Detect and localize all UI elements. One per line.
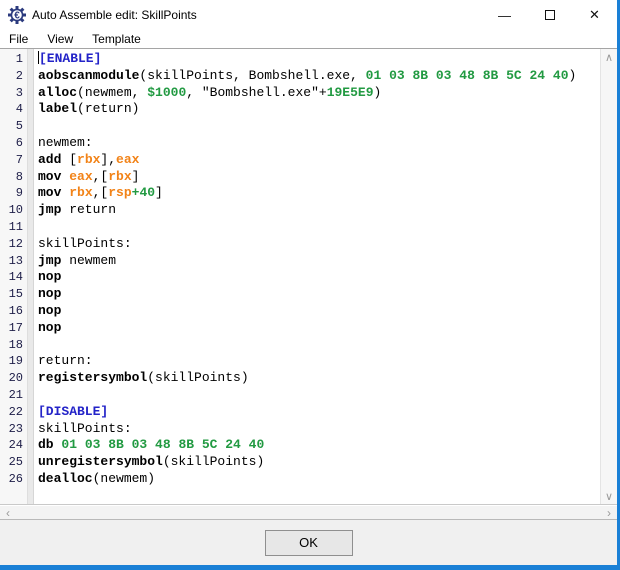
line-number: 15 [0, 286, 23, 303]
code-line: aobscanmodule(skillPoints, Bombshell.exe… [38, 68, 600, 85]
menubar: File View Template [0, 30, 617, 48]
ok-button[interactable]: OK [265, 530, 353, 556]
horizontal-scrollbar[interactable]: ‹ › [0, 506, 617, 519]
close-button[interactable]: ✕ [572, 0, 617, 30]
line-number: 7 [0, 152, 23, 169]
line-number: 26 [0, 471, 23, 488]
svg-text:€: € [14, 11, 20, 22]
code-line: mov eax,[rbx] [38, 169, 600, 186]
code-line: skillPoints: [38, 421, 600, 438]
auto-assemble-window: € Auto Assemble edit: SkillPoints — ✕ Fi… [0, 0, 620, 570]
code-line [38, 337, 600, 354]
scroll-up-icon[interactable]: ∧ [601, 49, 617, 65]
titlebar[interactable]: € Auto Assemble edit: SkillPoints — ✕ [0, 0, 617, 30]
editor-gutter: 1234567891011121314151617181920212223242… [0, 49, 27, 504]
line-number: 18 [0, 337, 23, 354]
code-line: newmem: [38, 135, 600, 152]
code-line: dealloc(newmem) [38, 471, 600, 488]
code-line: skillPoints: [38, 236, 600, 253]
code-line: db 01 03 8B 03 48 8B 5C 24 40 [38, 437, 600, 454]
line-number: 9 [0, 185, 23, 202]
maximize-button[interactable] [527, 0, 572, 30]
line-number: 11 [0, 219, 23, 236]
window-title: Auto Assemble edit: SkillPoints [32, 8, 197, 22]
line-number: 12 [0, 236, 23, 253]
code-line: alloc(newmem, $1000, "Bombshell.exe"+19E… [38, 85, 600, 102]
line-number: 14 [0, 269, 23, 286]
code-line: registersymbol(skillPoints) [38, 370, 600, 387]
line-number: 1 [0, 51, 23, 68]
line-number: 8 [0, 169, 23, 186]
maximize-icon [545, 10, 555, 20]
scroll-right-icon[interactable]: › [601, 506, 617, 519]
code-line: jmp return [38, 202, 600, 219]
line-number: 2 [0, 68, 23, 85]
code-line: add [rbx],eax [38, 152, 600, 169]
menu-file[interactable]: File [9, 32, 28, 46]
code-line [38, 118, 600, 135]
code-line: mov rbx,[rsp+40] [38, 185, 600, 202]
cheat-engine-icon: € [8, 6, 26, 24]
line-number: 3 [0, 85, 23, 102]
line-number: 17 [0, 320, 23, 337]
line-number: 4 [0, 101, 23, 118]
code-line: nop [38, 320, 600, 337]
scroll-down-icon[interactable]: ∨ [601, 488, 617, 504]
code-line: label(return) [38, 101, 600, 118]
line-number: 24 [0, 437, 23, 454]
menu-template[interactable]: Template [92, 32, 141, 46]
line-number: 13 [0, 253, 23, 270]
code-line: [DISABLE] [38, 404, 600, 421]
code-line: nop [38, 286, 600, 303]
code-line: unregistersymbol(skillPoints) [38, 454, 600, 471]
line-number: 20 [0, 370, 23, 387]
minimize-button[interactable]: — [482, 0, 527, 30]
line-number: 21 [0, 387, 23, 404]
line-number: 10 [0, 202, 23, 219]
code-line: return: [38, 353, 600, 370]
vertical-scrollbar[interactable]: ∧ ∨ [600, 49, 617, 504]
line-number: 16 [0, 303, 23, 320]
line-number: 6 [0, 135, 23, 152]
line-number: 19 [0, 353, 23, 370]
code-line: nop [38, 269, 600, 286]
code-line: [ENABLE] [38, 51, 600, 68]
button-panel: OK [0, 519, 617, 565]
line-number: 5 [0, 118, 23, 135]
scroll-left-icon[interactable]: ‹ [0, 506, 16, 519]
editor-lines[interactable]: [ENABLE]aobscanmodule(skillPoints, Bombs… [34, 49, 600, 504]
script-editor[interactable]: 1234567891011121314151617181920212223242… [0, 48, 617, 505]
code-line [38, 387, 600, 404]
line-number: 22 [0, 404, 23, 421]
gutter-separator [27, 49, 34, 504]
line-number: 23 [0, 421, 23, 438]
code-line: jmp newmem [38, 253, 600, 270]
menu-view[interactable]: View [47, 32, 73, 46]
line-number: 25 [0, 454, 23, 471]
code-line: nop [38, 303, 600, 320]
code-line [38, 219, 600, 236]
